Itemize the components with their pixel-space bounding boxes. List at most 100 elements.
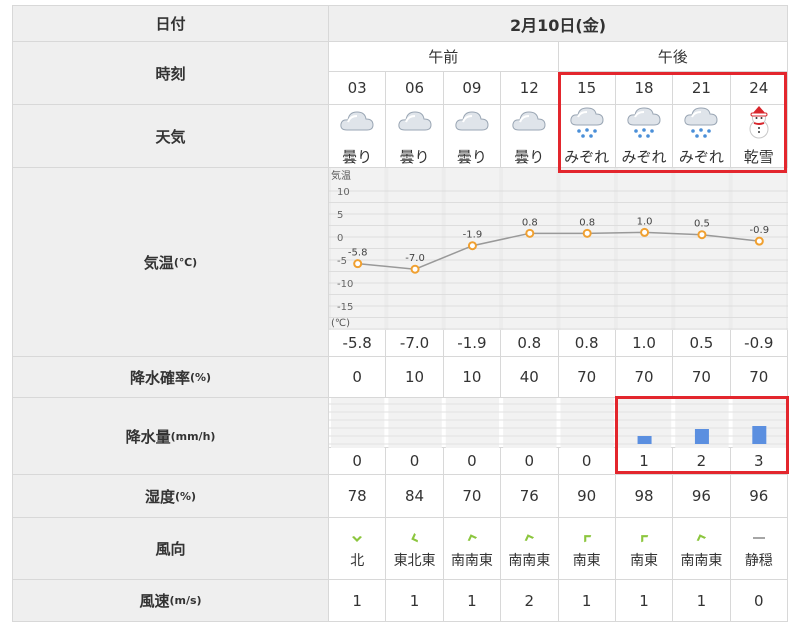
wind-speed-label-unit: (m/s) bbox=[169, 594, 202, 607]
precip-bar bbox=[752, 426, 767, 444]
precip-amount-value: 0 bbox=[329, 448, 387, 475]
wind-speed-label-text: 風速 bbox=[139, 592, 170, 610]
wind-direction-cell: 南東 bbox=[558, 518, 616, 580]
temperature-label-unit: (℃) bbox=[173, 255, 198, 269]
weather-text: 曇り bbox=[514, 147, 545, 166]
precip-probability-value: 40 bbox=[501, 357, 559, 398]
precip-amount-value: 3 bbox=[730, 448, 788, 475]
temperature-point-label: 0.8 bbox=[579, 217, 595, 228]
weather-text: みぞれ bbox=[678, 147, 724, 166]
precip-column-band bbox=[388, 398, 442, 448]
weather-label-text: 天気 bbox=[155, 127, 186, 146]
weather-text: 曇り bbox=[399, 147, 430, 166]
humidity-value: 70 bbox=[443, 475, 502, 518]
precip-probability-value: 0 bbox=[329, 357, 387, 398]
wind-arrow-icon bbox=[464, 528, 480, 548]
temperature-point bbox=[410, 264, 420, 274]
wind-arrow-icon bbox=[579, 528, 595, 548]
precip-amount-label: 降水量 (mm/h) bbox=[13, 398, 329, 475]
temperature-point-label: 0.5 bbox=[694, 219, 710, 230]
precip-bar-svg bbox=[329, 398, 788, 448]
weather-cell: 曇り bbox=[501, 105, 559, 168]
wind-speed-value: 1 bbox=[329, 580, 387, 622]
precip-bar-chart bbox=[329, 398, 788, 448]
temperature-point-label: -7.0 bbox=[405, 253, 425, 264]
weather-text: 曇り bbox=[342, 147, 373, 166]
temperature-value: 0.8 bbox=[501, 330, 559, 357]
temperature-value: 0.5 bbox=[673, 330, 731, 357]
weather-cell: みぞれ bbox=[615, 105, 674, 168]
temperature-point bbox=[467, 241, 477, 251]
precip-amount-value: 0 bbox=[558, 448, 616, 475]
humidity-value: 98 bbox=[615, 475, 674, 518]
wind-direction-cell: 南南東 bbox=[673, 518, 731, 580]
wind-arrow-icon bbox=[636, 528, 652, 548]
sleet-icon bbox=[625, 106, 663, 144]
wind-direction-cell: 南南東 bbox=[501, 518, 559, 580]
precip-column-band bbox=[331, 398, 385, 448]
humidity-value: 90 bbox=[558, 475, 616, 518]
weather-text: みぞれ bbox=[621, 147, 667, 166]
temperature-value: -0.9 bbox=[730, 330, 788, 357]
precip-amount-label-text: 降水量 bbox=[125, 427, 171, 446]
hour-cell: 18 bbox=[615, 72, 674, 105]
temperature-label: 気温 (℃) bbox=[13, 168, 329, 357]
wind-direction-text: 東北東 bbox=[393, 552, 436, 569]
precip-amount-value: 1 bbox=[615, 448, 674, 475]
wind-arrow-icon bbox=[693, 528, 709, 548]
chart-y-tick-label: 0 bbox=[337, 233, 343, 244]
precip-probability-label-unit: (%) bbox=[189, 370, 212, 384]
precip-column-band bbox=[445, 398, 500, 448]
wind-direction-cell: 南南東 bbox=[443, 518, 502, 580]
temperature-point bbox=[640, 227, 650, 237]
wind-direction-cell: 静穏 bbox=[730, 518, 788, 580]
wind-direction-cell: 南東 bbox=[615, 518, 674, 580]
weather-cell: 曇り bbox=[443, 105, 502, 168]
precip-column-band bbox=[503, 398, 557, 448]
wind-speed-value: 1 bbox=[386, 580, 444, 622]
humidity-value: 96 bbox=[673, 475, 731, 518]
temperature-chart-svg: 気温 10 5 0 -5 -10 -15 (℃) -5.8 -7.0 -1.9 0.8 0.8 1.0 0.… bbox=[329, 168, 788, 330]
weather-text: 乾雪 bbox=[743, 147, 774, 166]
humidity-value: 76 bbox=[501, 475, 559, 518]
precip-bar bbox=[694, 429, 709, 444]
wind-direction-text: 南東 bbox=[630, 552, 659, 569]
time-label: 時刻 bbox=[13, 42, 329, 105]
temperature-chart: 気温 10 5 0 -5 -10 -15 (℃) -5.8 -7.0 -1.9 0.8 0.8 1.0 0.… bbox=[329, 168, 788, 330]
wind-speed-value: 1 bbox=[615, 580, 674, 622]
chart-y-tick-label: 5 bbox=[337, 210, 343, 221]
temperature-value: -1.9 bbox=[443, 330, 502, 357]
precip-probability-label: 降水確率 (%) bbox=[13, 357, 329, 398]
wind-arrow-icon bbox=[521, 528, 537, 548]
wind-direction-text: 南南東 bbox=[680, 552, 723, 569]
weather-label: 天気 bbox=[13, 105, 329, 168]
date-label-text: 日付 bbox=[155, 15, 186, 33]
humidity-value: 78 bbox=[329, 475, 387, 518]
sleet-icon bbox=[568, 106, 606, 144]
precip-amount-value: 0 bbox=[386, 448, 444, 475]
wind-direction-text: 静穏 bbox=[744, 552, 773, 569]
wind-direction-cell: 東北東 bbox=[386, 518, 444, 580]
temperature-point bbox=[697, 230, 707, 240]
precip-column-band bbox=[560, 398, 614, 448]
chart-y-axis-label: 気温 bbox=[331, 169, 351, 182]
wind-speed-value: 1 bbox=[558, 580, 616, 622]
cloudy-icon bbox=[338, 106, 376, 144]
weather-text: 曇り bbox=[456, 147, 487, 166]
chart-y-unit-label: (℃) bbox=[331, 318, 350, 329]
wind-arrow-icon bbox=[349, 528, 365, 548]
precip-amount-label-unit: (mm/h) bbox=[170, 429, 216, 443]
wind-direction-label-text: 風向 bbox=[155, 540, 186, 558]
weather-cell: みぞれ bbox=[558, 105, 616, 168]
temperature-point-label: -1.9 bbox=[463, 230, 483, 241]
precip-probability-value: 10 bbox=[386, 357, 444, 398]
wind-speed-label: 風速 (m/s) bbox=[13, 580, 329, 622]
hour-cell: 03 bbox=[329, 72, 387, 105]
wind-direction-label: 風向 bbox=[13, 518, 329, 580]
humidity-label-text: 湿度 bbox=[144, 487, 175, 506]
date-header: 2月10日(金) bbox=[329, 6, 788, 42]
precip-probability-value: 10 bbox=[443, 357, 502, 398]
snowman-icon bbox=[740, 105, 778, 144]
cloudy-icon bbox=[453, 106, 491, 144]
precip-probability-label-text: 降水確率 bbox=[129, 368, 190, 387]
